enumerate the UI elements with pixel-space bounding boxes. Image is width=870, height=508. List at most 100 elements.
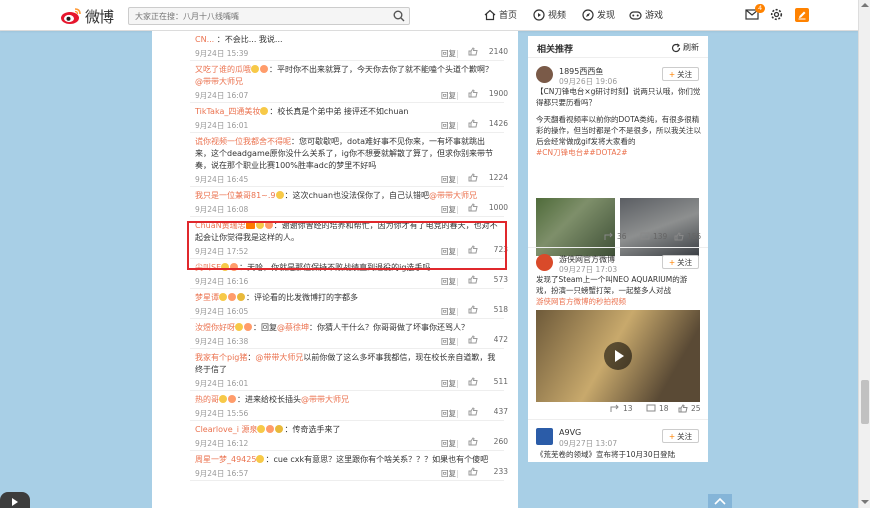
reply-button[interactable]: 回复 [441, 276, 456, 287]
thumbs-up-icon [468, 203, 478, 212]
search-icon[interactable] [393, 10, 405, 22]
post-video-link[interactable]: 游侠网官方微博的秒拍视频 [536, 296, 702, 307]
like-count: 2140 [488, 47, 508, 56]
comment-username[interactable]: CN... [195, 35, 217, 44]
video-thumbnail[interactable] [536, 310, 700, 402]
nav-game[interactable]: 游戏 [629, 8, 663, 21]
comment-username[interactable]: 汝煜你好呀 [195, 323, 235, 332]
divider [457, 440, 458, 448]
follow-button[interactable]: + 关注 [662, 255, 699, 269]
reply-button[interactable]: 回复 [441, 120, 456, 131]
play-icon[interactable] [603, 341, 633, 371]
like-button[interactable]: 233 [468, 467, 508, 476]
recommended-post: 1895西西鱼 09月26日 19:06 + 关注 【CN刀锋电台×g研讨时刻】说… [528, 66, 708, 256]
scrollbar-thumb[interactable] [861, 380, 869, 424]
reply-button[interactable]: 回复 [441, 438, 456, 449]
comment-username[interactable]: TikTaka_四通美妆 [195, 107, 260, 116]
comment-item: 我家有个pig猪：@带带大师兄以前你做了这么多坏事我都信，现在校长亲自道歉，我终… [190, 349, 508, 391]
emoji-icon [260, 107, 269, 115]
comment-username[interactable]: 又吃了谁的瓜哦 [195, 65, 251, 74]
like-button[interactable]: 1426 [468, 119, 508, 128]
top-navigation-bar: 微博 首页 视频 发现 游戏 4 [0, 0, 858, 31]
like-count: 1900 [488, 89, 508, 98]
comment-mention[interactable]: @带带大师兄 [255, 353, 303, 362]
messages-button[interactable]: 4 [745, 4, 766, 22]
reply-button[interactable]: 回复 [441, 336, 456, 347]
comment-mention[interactable]: @带带大师兄 [429, 191, 477, 200]
nav-home[interactable]: 首页 [484, 8, 517, 21]
page-scrollbar[interactable] [858, 0, 870, 508]
comment-button[interactable]: 139 [640, 232, 667, 241]
like-button[interactable]: 437 [468, 407, 508, 416]
reply-button[interactable]: 回复 [441, 408, 456, 419]
like-count: 511 [493, 377, 508, 386]
reply-button[interactable]: 回复 [441, 174, 456, 185]
scroll-down-arrow[interactable] [861, 500, 869, 504]
comment-footer: 9月24日 16:16 回复 573 [195, 275, 508, 288]
comment-body: ：cue cxk有意思？这里跟你有个啥关系？？？如果也有个傻吧 [265, 455, 489, 464]
comment-username[interactable]: 热的哥 [195, 395, 219, 404]
reply-button[interactable]: 回复 [441, 90, 456, 101]
weibo-logo[interactable]: 微博 [60, 6, 114, 26]
reply-button[interactable]: 回复 [441, 378, 456, 389]
reply-button[interactable]: 回复 [441, 468, 456, 479]
like-button[interactable]: 2140 [468, 47, 508, 56]
recommended-post: 游侠网官方微博 09月27日 17:03 + 关注 发现了Steam上一个叫NEO… [528, 254, 708, 424]
follow-button[interactable]: + 关注 [662, 429, 699, 443]
like-button[interactable]: 1900 [468, 89, 508, 98]
refresh-button[interactable]: 刷新 [671, 42, 699, 53]
comment-mention[interactable]: @带带大师兄 [301, 395, 349, 404]
search-input[interactable] [129, 8, 379, 24]
like-button[interactable]: 1000 [468, 203, 508, 212]
comment-count: 139 [653, 232, 668, 241]
avatar[interactable] [536, 428, 553, 445]
arrow-up-icon [714, 497, 726, 505]
comment-username[interactable]: 我家有个pig猪 [195, 353, 247, 362]
repost-icon [610, 404, 619, 412]
comment-username[interactable]: 周星一梦_49425 [195, 455, 256, 464]
post-author[interactable]: A9VG [559, 428, 581, 437]
play-icon [12, 498, 18, 506]
like-count: 1426 [488, 119, 508, 128]
comment-button[interactable]: 18 [646, 404, 669, 413]
like-button[interactable]: 25 [678, 404, 701, 413]
comment-mention[interactable]: @带带大师兄 [195, 77, 243, 86]
comment-text: 谎你视频一位我都舍不得呢：您可歇歇吧，dota难好事不见你来，一有坏事就跳出来，… [195, 136, 499, 172]
nav-video[interactable]: 视频 [533, 8, 566, 21]
comment-username[interactable]: 谎你视频一位我都舍不得呢 [195, 137, 291, 146]
follow-button[interactable]: + 关注 [662, 67, 699, 81]
like-button[interactable]: 518 [468, 305, 508, 314]
repost-count: 36 [617, 232, 627, 241]
like-button[interactable]: 573 [468, 275, 508, 284]
comment-username[interactable]: 我只是一位兼哥81~.9 [195, 191, 276, 200]
repost-count: 13 [623, 404, 633, 413]
comment-date: 9月24日 16:08 [195, 205, 249, 214]
avatar[interactable] [536, 254, 553, 271]
scroll-up-arrow[interactable] [861, 3, 869, 7]
divider [457, 50, 458, 58]
comment-username[interactable]: Clearlove_i 源泉 [195, 425, 257, 434]
back-to-top-button[interactable] [708, 494, 732, 508]
comment-footer: 9月24日 15:56 回复 437 [195, 407, 508, 420]
like-button[interactable]: 472 [468, 335, 508, 344]
reply-button[interactable]: 回复 [441, 306, 456, 317]
comment-mention[interactable]: @蔡徐坤 [277, 323, 309, 332]
like-button[interactable]: 511 [468, 377, 508, 386]
avatar[interactable] [536, 66, 553, 83]
comment-username[interactable]: 梦星谭 [195, 293, 219, 302]
settings-button[interactable] [770, 8, 783, 23]
like-count: 233 [493, 467, 508, 476]
search-box[interactable] [128, 7, 410, 25]
reply-button[interactable]: 回复 [441, 48, 456, 59]
like-button[interactable]: 1224 [468, 173, 508, 182]
compose-button[interactable] [795, 8, 809, 22]
like-button[interactable]: 155 [674, 232, 701, 241]
repost-button[interactable]: 13 [610, 404, 633, 413]
floating-play-button[interactable] [0, 492, 30, 508]
like-button[interactable]: 260 [468, 437, 508, 446]
post-hashtags[interactable]: #CN刀锋电台##DOTA2# [536, 147, 702, 158]
nav-discover[interactable]: 发现 [582, 8, 615, 21]
reply-button[interactable]: 回复 [441, 204, 456, 215]
comment-count: 18 [659, 404, 669, 413]
repost-button[interactable]: 36 [604, 232, 627, 241]
